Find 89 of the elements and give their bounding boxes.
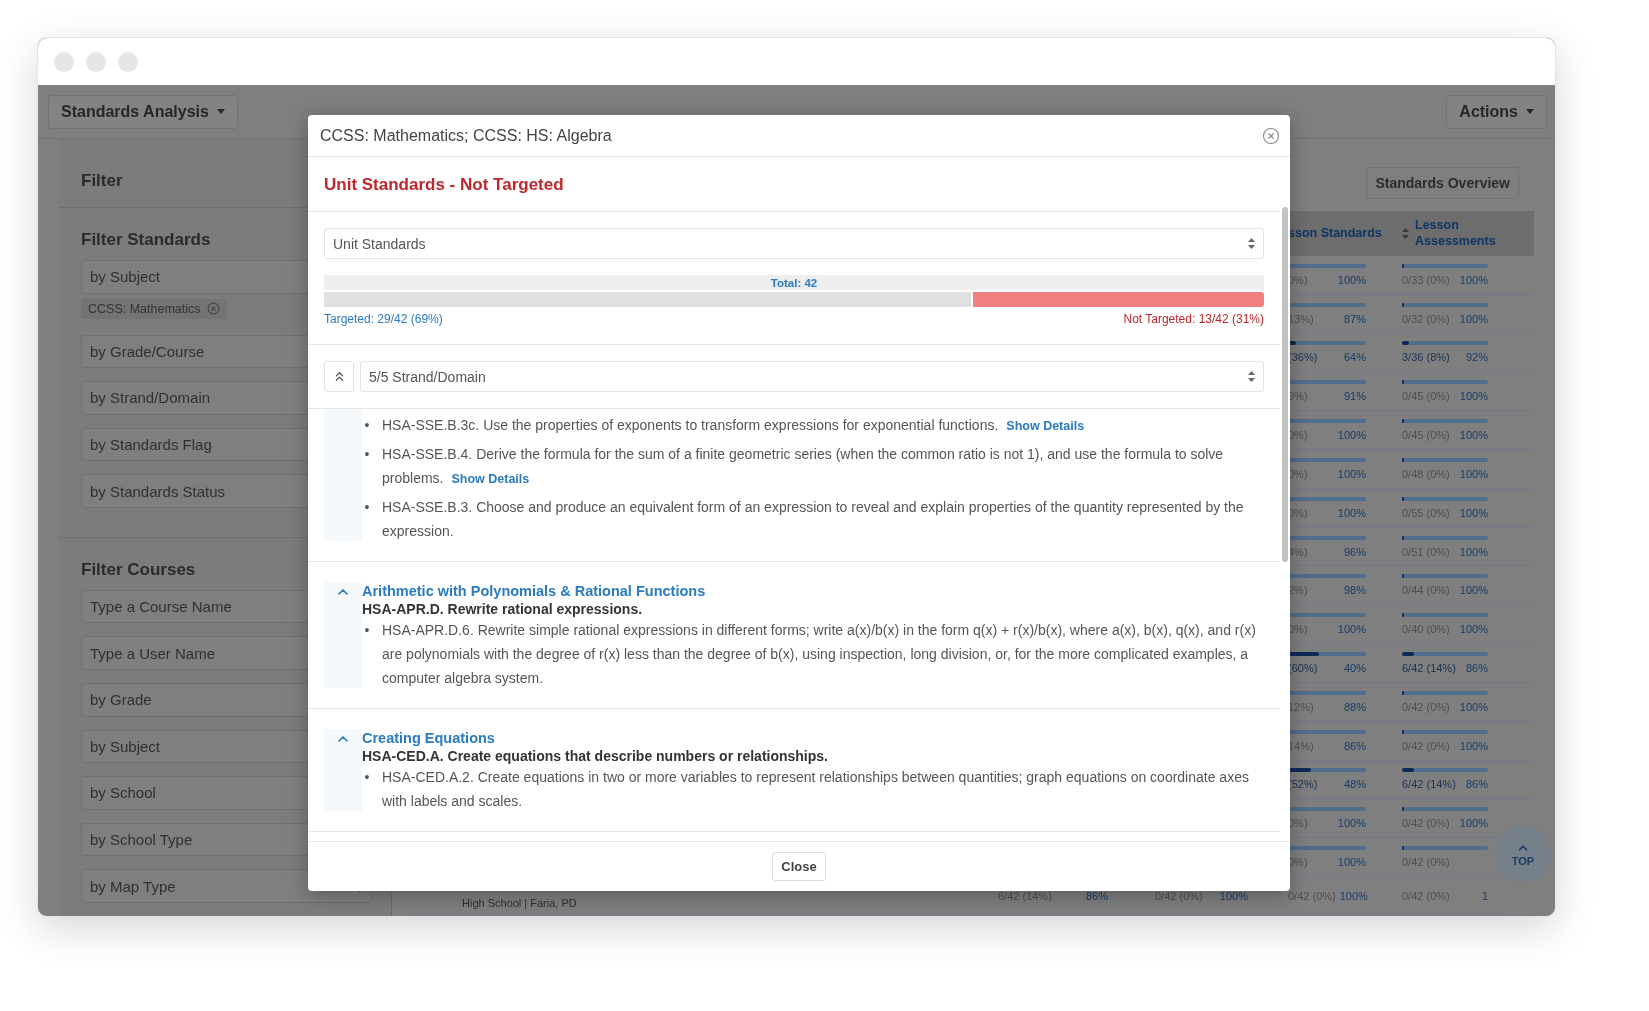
field-placeholder: by Grade	[90, 691, 152, 709]
field-placeholder: by Grade/Course	[90, 342, 205, 360]
caret-icon	[1526, 109, 1534, 114]
dialog-heading: Unit Standards - Not Targeted	[324, 175, 565, 195]
percent-text: 87%	[1343, 312, 1366, 325]
count-text: 6/42 (14%)	[1402, 778, 1456, 791]
sort-arrows-icon	[1248, 371, 1255, 382]
field-placeholder: by Subject	[90, 737, 161, 755]
percent-text: 98%	[1343, 584, 1366, 597]
column-header[interactable]: Lesson Assessments	[1415, 217, 1499, 250]
percent-text: 100%	[1459, 390, 1488, 403]
percent-text: 40%	[1343, 662, 1366, 674]
window-control[interactable]	[86, 51, 106, 72]
close-icon[interactable]	[1262, 126, 1280, 145]
collapse-all-button[interactable]	[324, 361, 354, 392]
window-control[interactable]	[54, 51, 74, 72]
sort-arrows-icon[interactable]	[1402, 227, 1409, 239]
bullet-mark: •	[363, 445, 371, 464]
field-placeholder: Type a Course Name	[90, 598, 232, 616]
percent-text: 100%	[1337, 817, 1366, 830]
percent-text: 100%	[1337, 273, 1366, 286]
field-placeholder: by Subject	[90, 268, 161, 286]
percent-text: 1	[1481, 889, 1488, 902]
percent-text: 86%	[1465, 662, 1488, 674]
view-select[interactable]: Unit Standards	[324, 228, 1264, 259]
percent-text: 100%	[1337, 429, 1366, 441]
percent-text: 96%	[1343, 545, 1366, 558]
percent-text: 100%	[1459, 467, 1488, 480]
show-details-link[interactable]: Show Details	[451, 472, 530, 486]
count-text: 6/42 (14%)	[1402, 662, 1456, 674]
standard-text: HSA-SSE.B.3. Choose and produce an equivalent form of an expression to reveal and explain properties of the quantity represented by the expression.	[382, 498, 1245, 541]
percent-text: 86%	[1343, 739, 1366, 752]
percent-text: 100%	[1337, 467, 1366, 480]
actions-menu-button[interactable]: Actions	[1446, 94, 1547, 129]
view-menu-button[interactable]: Standards Analysis	[48, 94, 238, 129]
count-text: 3/36 (8%)	[1402, 351, 1450, 364]
sort-arrows-icon	[1248, 238, 1255, 249]
back-to-top-button[interactable]: TOP	[1495, 826, 1551, 882]
percent-text: 100%	[1337, 856, 1366, 869]
window-control[interactable]	[118, 51, 138, 72]
field-placeholder: Type a User Name	[90, 644, 216, 662]
percent-text: 64%	[1343, 351, 1366, 364]
caret-icon	[216, 109, 225, 114]
standard-text: HSA-APR.D.6. Rewrite simple rational expressions in different forms; write a(x)/b(x) in the form q(x) + r(x)/b(x), where a(x), b(x), q(x), and r(x) are polynomials with the degree of r(x) less than the degree of b(x), using inspection, long division, or, for the more complicated examples, a computer algebra system.	[382, 621, 1256, 688]
total-label: Total: 42	[324, 275, 1264, 290]
percent-text: 100%	[1459, 700, 1488, 713]
filter-title: Filter	[81, 171, 123, 191]
percent-text: 91%	[1343, 390, 1366, 403]
dialog-title: CCSS: Mathematics; CCSS: HS: Algebra	[320, 126, 612, 145]
percent-text: 100%	[1459, 506, 1488, 519]
percent-text: 100%	[1459, 584, 1488, 597]
percent-text: 86%	[1465, 778, 1488, 791]
percent-text: 92%	[1465, 351, 1488, 364]
show-details-link[interactable]: Show Details	[1006, 419, 1085, 433]
standards-overview-button[interactable]: Standards Overview	[1366, 167, 1519, 199]
percent-text: 100%	[1459, 312, 1488, 325]
field-placeholder: by School	[90, 784, 156, 802]
not-targeted-label: Not Targeted: 13/42 (31%)	[1123, 312, 1264, 326]
percent-text: 100%	[1219, 889, 1248, 902]
percent-text: 100%	[1459, 429, 1488, 441]
percent-text: 100%	[1459, 817, 1488, 830]
percent-text: 100%	[1459, 273, 1488, 286]
strand-select[interactable]: 5/5 Strand/Domain	[360, 361, 1264, 392]
standard-text: HSA-SSE.B.3c. Use the properties of exponents to transform expressions for exponential functions. Show Details	[382, 416, 1085, 435]
field-placeholder: by Strand/Domain	[90, 389, 211, 407]
filter-tag[interactable]: CCSS: Mathematics	[81, 298, 227, 319]
scrollbar[interactable]	[1282, 207, 1288, 562]
standard-text: HSA-SSE.B.4. Derive the formula for the sum of a finite geometric series (when the common ratio is not 1), and use the formula to solve problems. Show Details	[382, 445, 1225, 488]
standard-text: HSA-CED.A.2. Create equations in two or more variables to represent relationships between quantities; graph equations on coordinate axes with labels and scales.	[382, 768, 1250, 811]
remove-icon[interactable]	[206, 302, 220, 316]
percent-text: 100%	[1459, 545, 1488, 558]
field-placeholder: by School Type	[90, 831, 193, 849]
percent-text: 100%	[1459, 623, 1488, 636]
percent-text: 86%	[1085, 889, 1108, 902]
percent-text: 88%	[1343, 700, 1366, 713]
field-placeholder: by Standards Flag	[90, 436, 212, 453]
field-placeholder: by Map Type	[90, 877, 176, 895]
column-header[interactable]: sson Standards	[1288, 225, 1382, 242]
percent-text: 48%	[1343, 778, 1366, 791]
percent-text: 100%	[1337, 623, 1366, 636]
targeted-label: Targeted: 29/42 (69%)	[324, 312, 443, 326]
filter-group-title: Filter Standards	[81, 230, 211, 250]
percent-text: 100%	[1459, 739, 1488, 752]
percent-text: 100%	[1337, 506, 1366, 519]
field-placeholder: by Standards Status	[90, 482, 226, 500]
percent-text: 100%	[1339, 889, 1368, 902]
filter-group-title: Filter Courses	[81, 559, 196, 580]
course-text: High School | Faria, PD	[461, 896, 578, 911]
close-button[interactable]: Close	[772, 852, 826, 881]
